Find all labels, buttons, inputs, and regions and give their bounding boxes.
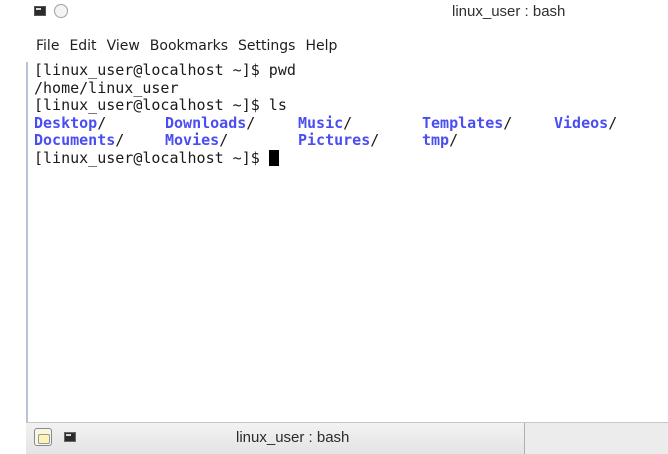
shell-prompt: [linux_user@localhost ~]$ (34, 148, 269, 167)
terminal-line: /home/linux_user (34, 78, 179, 97)
window-titlebar[interactable]: linux_user : bash (26, 0, 668, 36)
terminal-line: [linux_user@localhost ~]$ pwd (34, 61, 296, 79)
terminal-icon[interactable] (34, 6, 46, 16)
directory-name: Pictures (298, 131, 371, 149)
launcher-icon[interactable] (34, 428, 52, 446)
dir-suffix: / (503, 113, 513, 132)
ls-entry: Music/ (298, 113, 422, 133)
dir-suffix: / (97, 113, 107, 132)
menu-help[interactable]: Help (305, 36, 342, 58)
terminal-prompt-line[interactable]: [linux_user@localhost ~]$ (34, 148, 668, 168)
ls-entry: Videos/ (554, 113, 618, 133)
directory-name: Movies (165, 131, 220, 149)
ls-entry: Templates/ (422, 113, 554, 133)
directory-name: Documents (34, 131, 116, 149)
window-title: linux_user : bash (452, 3, 566, 20)
menu-edit[interactable]: Edit (69, 36, 101, 58)
taskbar-task-title[interactable]: linux_user : bash (236, 429, 349, 446)
menu-bookmarks[interactable]: Bookmarks (150, 36, 233, 58)
terminal-output[interactable]: [linux_user@localhost ~]$ pwd /home/linu… (26, 61, 668, 422)
dir-suffix: / (370, 131, 380, 149)
dir-suffix: / (115, 131, 125, 149)
ls-output-row: Documents/ Movies/ Pictures/ tmp/ (34, 131, 668, 150)
menu-view[interactable]: View (107, 36, 145, 58)
directory-name: Music (298, 113, 344, 132)
system-tray (525, 423, 668, 454)
desktop-screen: linux_user : bash File Edit View Bookmar… (0, 0, 668, 454)
window-menu-icon[interactable] (54, 4, 68, 18)
menu-file[interactable]: File (36, 36, 64, 58)
dir-suffix: / (449, 131, 459, 149)
directory-name: Videos (554, 113, 609, 132)
directory-name: Desktop (34, 113, 98, 132)
terminal-line: [linux_user@localhost ~]$ ls (34, 96, 287, 114)
ls-entry: Movies/ (165, 131, 298, 150)
menu-bar: File Edit View Bookmarks Settings Help (36, 36, 347, 58)
dir-suffix: / (608, 113, 618, 132)
directory-name: Downloads (165, 113, 247, 132)
dir-suffix: / (219, 131, 229, 149)
ls-entry: tmp/ (422, 131, 554, 150)
dir-suffix: / (343, 113, 353, 132)
dir-suffix: / (246, 113, 256, 132)
ls-entry: Downloads/ (165, 113, 298, 133)
menu-settings[interactable]: Settings (238, 36, 300, 58)
ls-entry: Desktop/ (34, 113, 165, 133)
directory-name: Templates (422, 113, 504, 132)
taskbar: linux_user : bash (26, 422, 668, 454)
text-cursor (268, 149, 279, 166)
ls-entry: Documents/ (34, 131, 165, 150)
terminal-icon[interactable] (64, 432, 76, 442)
ls-output-row: Desktop/ Downloads/ Music/ Templates/ Vi… (34, 113, 668, 133)
ls-entry: Pictures/ (298, 131, 422, 150)
directory-name: tmp (422, 131, 450, 149)
